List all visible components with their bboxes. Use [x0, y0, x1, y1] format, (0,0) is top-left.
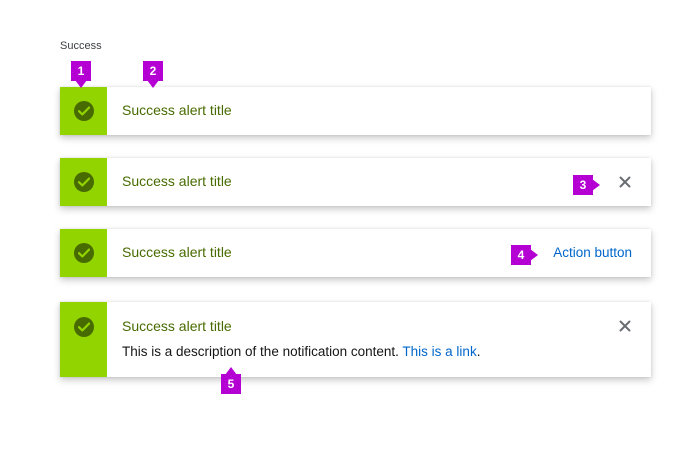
alert-status-stripe	[60, 87, 107, 135]
alert-title: Success alert title	[122, 318, 232, 334]
check-circle-icon	[74, 101, 94, 121]
alert-status-stripe	[60, 302, 107, 377]
action-button[interactable]: Action button	[553, 245, 632, 260]
alert-description-text: This is a description of the notificatio…	[122, 344, 403, 359]
success-alert-with-description: Success alert title This is a descriptio…	[60, 302, 651, 377]
success-alert-basic: Success alert title	[60, 87, 651, 135]
annotation-callout-4: 4	[511, 245, 538, 265]
alert-description-link[interactable]: This is a link	[402, 344, 476, 359]
annotation-callout-3: 3	[573, 175, 600, 195]
alert-examples-page: Success Success alert title Success aler…	[0, 0, 700, 460]
check-circle-icon	[74, 172, 94, 192]
alert-description: This is a description of the notificatio…	[122, 344, 480, 359]
annotation-callout-2: 2	[143, 61, 163, 88]
alert-title: Success alert title	[122, 102, 232, 118]
close-icon[interactable]	[617, 318, 633, 334]
check-circle-icon	[74, 317, 94, 337]
section-label: Success	[60, 40, 102, 52]
alert-title: Success alert title	[122, 173, 232, 189]
success-alert-with-action: Success alert title Action button	[60, 229, 651, 277]
check-circle-icon	[74, 243, 94, 263]
close-icon[interactable]	[617, 174, 633, 190]
annotation-callout-5: 5	[221, 367, 241, 394]
alert-title: Success alert title	[122, 244, 232, 260]
alert-status-stripe	[60, 158, 107, 206]
alert-status-stripe	[60, 229, 107, 277]
alert-description-end: .	[476, 344, 481, 359]
success-alert-dismissible: Success alert title	[60, 158, 651, 206]
annotation-callout-1: 1	[71, 61, 91, 88]
